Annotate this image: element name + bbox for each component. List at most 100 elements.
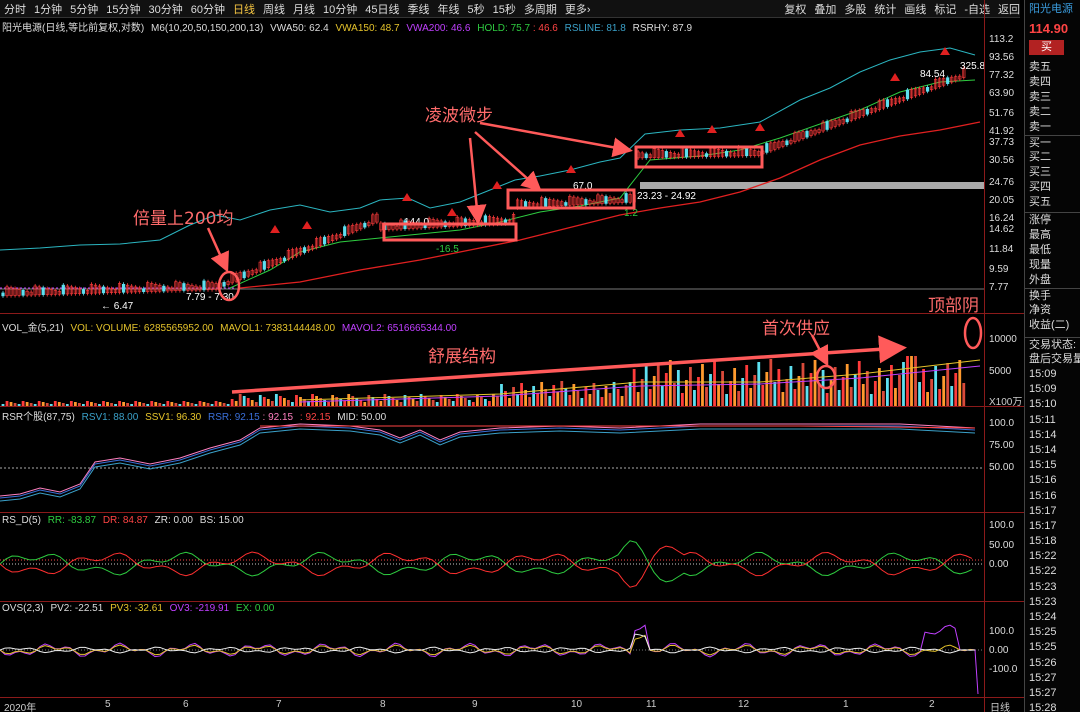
volume-bar	[789, 366, 793, 406]
order-book-row: 买一	[1025, 135, 1080, 150]
toolbar-button[interactable]: 复权	[780, 1, 810, 17]
pv3-line	[0, 634, 976, 656]
period-tab[interactable]: 分时	[0, 1, 30, 17]
period-tab[interactable]: 60分钟	[187, 1, 229, 17]
period-tab[interactable]: 季线	[404, 1, 434, 17]
toolbar-button[interactable]: 叠加	[810, 1, 840, 17]
period-tab[interactable]: 周线	[259, 1, 289, 17]
dr-value: DR: 84.87	[102, 515, 148, 526]
separator-2	[0, 406, 1024, 407]
candle-body	[905, 89, 910, 100]
x-axis-label: 12	[738, 699, 750, 710]
tick-time: 15:27	[1029, 671, 1057, 684]
candle-body	[302, 247, 307, 253]
tick-time: 15:25	[1029, 641, 1057, 654]
volume-bar	[668, 360, 672, 406]
volume-bar	[773, 382, 777, 406]
period-tab[interactable]: 日线	[229, 1, 259, 17]
signal-triangle	[402, 193, 412, 201]
rsr-chart	[0, 423, 984, 502]
signal-triangle	[447, 208, 457, 216]
period-tab[interactable]: 30分钟	[145, 1, 187, 17]
stat-row: 净资	[1029, 304, 1051, 316]
toolbar-button[interactable]: 统计	[870, 1, 900, 17]
volume-bar	[793, 389, 797, 406]
tick-time: 15:23	[1029, 580, 1057, 593]
period-tab[interactable]: 更多›	[561, 1, 595, 17]
buy-button[interactable]: 买	[1029, 40, 1064, 55]
period-tab[interactable]: 多周期	[520, 1, 561, 17]
volume-bar	[516, 394, 519, 406]
period-tab[interactable]: 1分钟	[30, 1, 66, 17]
price-band	[640, 182, 984, 189]
volume-bar	[805, 386, 809, 406]
x-axis-label: 1	[843, 699, 849, 710]
candle-body	[363, 222, 367, 228]
bs-value: BS: 15.00	[199, 515, 244, 526]
candle-body	[946, 77, 950, 84]
volume-bar	[528, 397, 532, 406]
period-tab[interactable]: 15秒	[489, 1, 520, 17]
volume-bar	[922, 369, 925, 406]
period-tab[interactable]: 15分钟	[102, 1, 144, 17]
signal-triangle	[492, 181, 502, 189]
zr-value: ZR: 0.00	[154, 515, 193, 526]
candle-body	[604, 196, 608, 204]
stock-name[interactable]: 阳光电源	[1025, 0, 1080, 18]
toolbar-button[interactable]: 标记	[930, 1, 960, 17]
order-book: 卖五 卖四 卖三 卖二 卖一 买一 买二 买三 买四 买五	[1025, 60, 1080, 210]
volume-bar	[881, 391, 885, 406]
volume-bar	[833, 367, 837, 406]
tick-time: 15:18	[1029, 535, 1057, 548]
separator-3	[0, 512, 1024, 513]
candle-body	[765, 143, 769, 153]
volume-bar	[419, 394, 423, 406]
tick-time: 15:11	[1029, 413, 1056, 426]
period-tab[interactable]: 5秒	[464, 1, 489, 17]
price-chart[interactable]: ← 6.47 7.79 - 7.30 144.0 -16.5 67.0 23.23 - 2…	[0, 30, 984, 312]
order-book-row: 买四	[1029, 181, 1051, 193]
toolbar-button[interactable]: 多股	[840, 1, 870, 17]
period-tab[interactable]: 45日线	[361, 1, 403, 17]
period-tab[interactable]: 年线	[434, 1, 464, 17]
volume-bar	[660, 386, 664, 406]
price-label: 7.79 - 7.30	[186, 292, 234, 303]
period-tab[interactable]: 5分钟	[66, 1, 102, 17]
volume-bar	[753, 375, 757, 406]
volume-bar	[926, 392, 929, 406]
volume-bar	[705, 387, 708, 406]
volume-bar	[632, 369, 636, 406]
buy-button-row: 买	[1025, 40, 1080, 60]
stats-list: 涨停 最高 最低 现量 外盘 换手 净资 收益(二)	[1025, 212, 1080, 333]
volume-bar	[544, 389, 548, 406]
volume-bar	[709, 374, 712, 406]
candle-body	[925, 87, 930, 92]
rsd-chart	[0, 540, 984, 588]
toolbar-button[interactable]: 画线	[900, 1, 930, 17]
volume-bar	[560, 381, 564, 406]
annotation-top-bearish: 顶部阴	[928, 296, 979, 316]
volume-bar	[616, 389, 620, 406]
volume-bar	[242, 396, 246, 406]
candle-body	[81, 289, 85, 294]
candle-body	[724, 150, 729, 157]
volume-bar	[685, 380, 688, 406]
volume-bar	[427, 398, 431, 406]
volume-bar	[749, 388, 753, 406]
candle-body	[41, 287, 45, 296]
annotation-first-supply: 首次供应	[762, 319, 830, 339]
order-book-row: 买二	[1029, 151, 1051, 163]
tick-time: 15:10	[1029, 398, 1057, 411]
x-axis-label: 8	[380, 699, 386, 710]
volume-bar	[861, 384, 865, 406]
volume-bar	[540, 382, 544, 406]
ov3-line	[0, 624, 979, 695]
stat-row: 涨停	[1029, 214, 1051, 226]
period-tab[interactable]: 10分钟	[319, 1, 361, 17]
annotation-lingbo: 凌波微步	[425, 106, 493, 126]
period-tab[interactable]: 月线	[289, 1, 319, 17]
signal-triangle	[302, 221, 312, 229]
tick-time: 15:15	[1029, 459, 1057, 472]
volume-bar	[479, 397, 483, 406]
volume-bar	[636, 392, 640, 406]
